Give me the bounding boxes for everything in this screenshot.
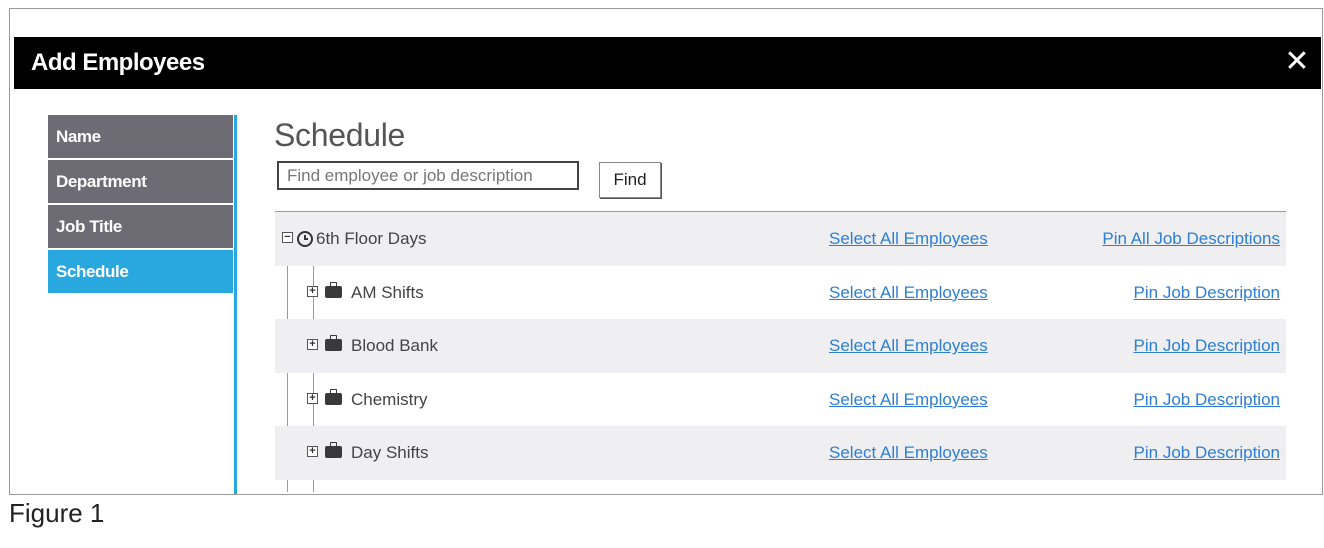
dialog-title: Add Employees — [31, 49, 205, 76]
pin-job-description-link[interactable]: Pin Job Description — [1134, 443, 1280, 463]
dialog-frame: Add Employees ✕ Name Department Job Titl… — [9, 8, 1323, 495]
nav-item-name[interactable]: Name — [48, 115, 233, 158]
filter-nav: Name Department Job Title Schedule — [48, 115, 233, 295]
search-input[interactable] — [277, 161, 579, 190]
nav-item-department[interactable]: Department — [48, 160, 233, 203]
select-all-employees-link[interactable]: Select All Employees — [829, 390, 988, 410]
schedule-tree: − 6th Floor Days Select All Employees Pi… — [275, 211, 1286, 492]
briefcase-icon — [325, 388, 342, 407]
page-title: Schedule — [274, 117, 406, 153]
select-all-employees-link[interactable]: Select All Employees — [829, 229, 988, 249]
figure-caption: Figure 1 — [9, 498, 105, 528]
expand-icon[interactable]: + — [307, 446, 318, 458]
tree-row-root: − 6th Floor Days Select All Employees Pi… — [275, 212, 1286, 266]
tree-row: + Day Shifts Select All Employees Pin Jo… — [275, 426, 1286, 480]
expand-icon[interactable]: + — [307, 392, 318, 404]
pin-all-job-descriptions-link[interactable]: Pin All Job Descriptions — [1102, 229, 1280, 249]
nav-item-schedule[interactable]: Schedule — [48, 250, 233, 293]
expand-icon[interactable]: + — [307, 339, 318, 351]
tree-row: + Chemistry Select All Employees Pin Job… — [275, 373, 1286, 427]
briefcase-icon — [325, 281, 342, 300]
tree-row-label: AM Shifts — [351, 282, 424, 302]
select-all-employees-link[interactable]: Select All Employees — [829, 283, 988, 303]
tree-row: + Blood Bank Select All Employees Pin Jo… — [275, 319, 1286, 373]
briefcase-icon — [325, 335, 342, 353]
clock-icon — [297, 230, 313, 250]
briefcase-icon — [325, 442, 342, 460]
pin-job-description-link[interactable]: Pin Job Description — [1134, 283, 1280, 303]
nav-divider — [234, 115, 237, 494]
tree-row-label: Blood Bank — [351, 336, 438, 356]
pin-job-description-link[interactable]: Pin Job Description — [1134, 390, 1280, 410]
collapse-icon[interactable]: − — [282, 232, 293, 243]
close-icon[interactable]: ✕ — [1283, 45, 1311, 79]
find-button[interactable]: Find — [599, 162, 661, 198]
pin-job-description-link[interactable]: Pin Job Description — [1134, 336, 1280, 356]
tree-row-label: 6th Floor Days — [316, 229, 427, 248]
tree-row: + AM Shifts Select All Employees Pin Job… — [275, 266, 1286, 320]
select-all-employees-link[interactable]: Select All Employees — [829, 336, 988, 356]
dialog-titlebar: Add Employees ✕ — [14, 37, 1321, 89]
nav-item-job-title[interactable]: Job Title — [48, 205, 233, 248]
expand-icon[interactable]: + — [307, 285, 318, 297]
tree-row-label: Day Shifts — [351, 443, 429, 463]
tree-row-label: Chemistry — [351, 389, 428, 409]
select-all-employees-link[interactable]: Select All Employees — [829, 443, 988, 463]
